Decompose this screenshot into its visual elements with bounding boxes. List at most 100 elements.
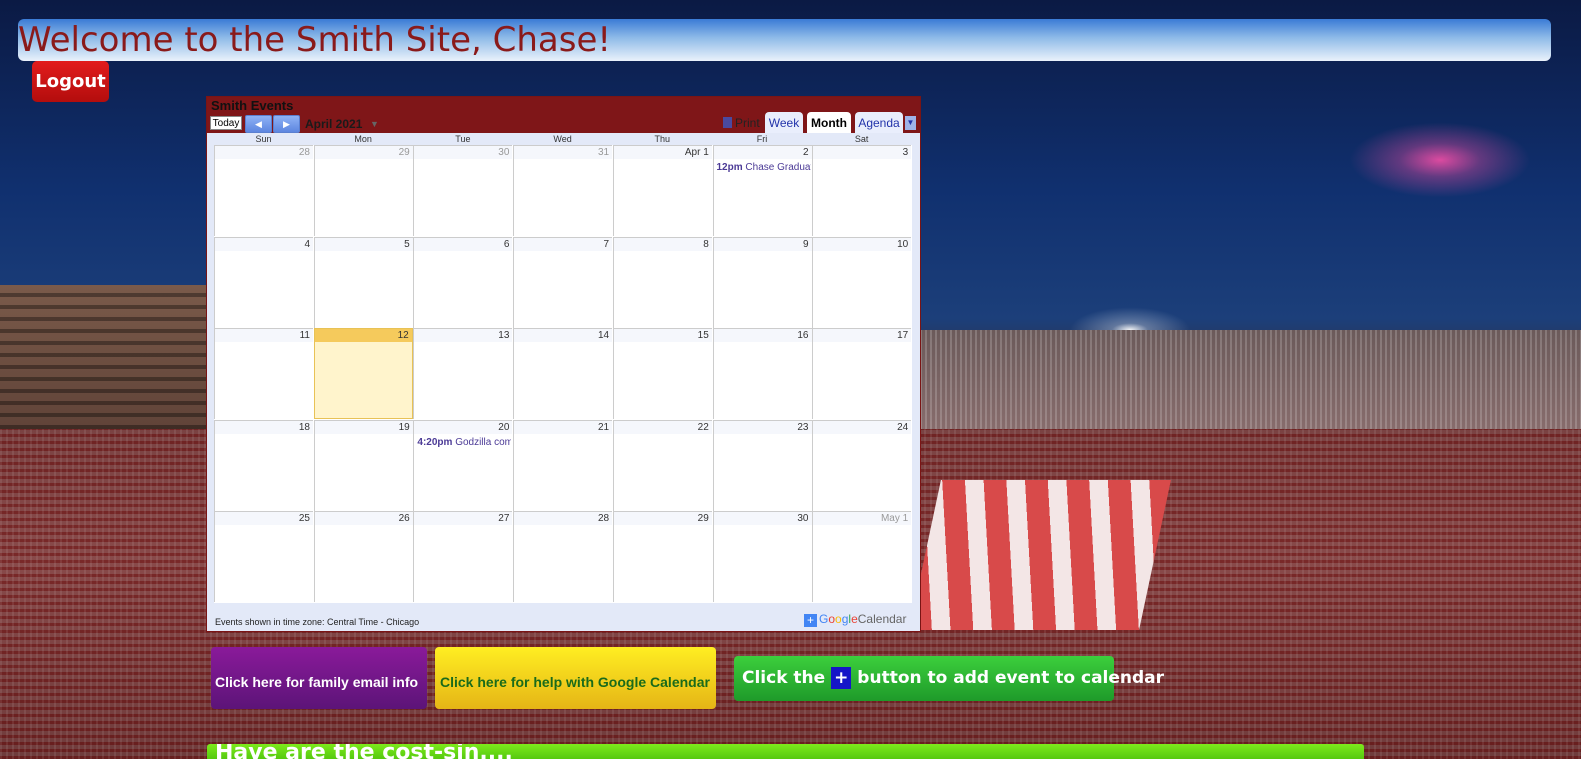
day-number[interactable]: Apr 1 [685,147,709,158]
day-number[interactable]: 13 [498,330,509,341]
day-cell[interactable]: 13 [413,328,513,420]
day-number[interactable]: May 1 [881,513,908,524]
today-button[interactable]: Today [210,116,242,130]
day-number[interactable]: 18 [299,422,310,433]
day-cell[interactable]: 30 [712,511,812,603]
print-link[interactable]: Print [723,116,760,130]
print-label: Print [735,116,760,130]
day-number[interactable]: 19 [399,422,410,433]
day-number[interactable]: 15 [698,330,709,341]
day-cell[interactable]: 10 [812,236,912,328]
day-cell[interactable]: 29 [612,511,712,603]
tab-week[interactable]: Week [765,112,803,133]
day-number[interactable]: 3 [903,147,909,158]
day-cell[interactable]: 21 [513,419,613,511]
day-cell[interactable]: 11 [214,328,313,420]
add-note-post: button to add event to calendar [857,668,1165,688]
day-cell[interactable]: 19 [313,419,413,511]
day-cell[interactable]: 25 [214,511,313,603]
day-cell[interactable]: 28 [214,145,313,236]
add-note-pre: Click the [742,668,826,688]
day-number[interactable]: 24 [897,422,908,433]
calendar-footer: Events shown in time zone: Central Time … [207,611,920,631]
day-cell[interactable]: 16 [712,328,812,420]
day-cell[interactable]: 15 [612,328,712,420]
day-number[interactable]: 22 [698,422,709,433]
chevron-down-icon[interactable]: ▼ [370,119,379,129]
day-cell[interactable]: 6 [413,236,513,328]
day-number[interactable]: 30 [797,513,808,524]
weekday-label: Tue [455,134,471,144]
tab-agenda[interactable]: Agenda [855,112,903,133]
day-number[interactable]: 7 [604,239,610,250]
day-number[interactable]: 25 [299,513,310,524]
chevron-left-icon[interactable]: ◀ [245,115,272,133]
day-cell[interactable]: 14 [513,328,613,420]
day-cell[interactable]: 4 [214,236,313,328]
day-cell[interactable]: 2 12pm Chase Graduat [712,145,812,236]
google-calendar-link[interactable]: + GoogleCalendar [804,612,906,627]
day-cell[interactable]: May 1 [812,511,912,603]
day-cell[interactable]: 5 [313,236,413,328]
calendar-help-button[interactable]: Click here for help with Google Calendar [435,647,716,709]
print-icon [723,117,732,128]
calendar-event[interactable]: 12pm Chase Graduat [717,162,811,173]
tab-month[interactable]: Month [807,112,851,133]
day-cell[interactable]: 31 [513,145,613,236]
day-number[interactable]: 31 [598,147,609,158]
family-email-button[interactable]: Click here for family email info [211,647,427,709]
day-number[interactable]: 8 [703,239,709,250]
weekday-label: Fri [756,134,768,144]
day-cell[interactable]: 23 [712,419,812,511]
day-number[interactable]: 6 [504,239,510,250]
day-number[interactable]: 16 [797,330,808,341]
day-header-bar [713,146,812,159]
day-number[interactable]: 27 [498,513,509,524]
event-title: Chase Graduat [745,162,811,173]
day-cell[interactable]: Apr 1 [612,145,712,236]
month-label: April 2021 [305,117,363,131]
day-number[interactable]: 12 [398,330,409,341]
day-cell[interactable]: 7 [513,236,613,328]
weekday-label: Sun [255,134,272,144]
plus-icon: + [804,614,817,627]
calendar-event[interactable]: 4:20pm Godzilla com [417,437,511,448]
day-cell[interactable]: 17 [812,328,912,420]
day-number[interactable]: 26 [399,513,410,524]
day-number[interactable]: 2 [803,147,809,158]
day-cell[interactable]: 18 [214,419,313,511]
day-cell[interactable]: 30 [413,145,513,236]
day-cell[interactable]: 29 [313,145,413,236]
day-number[interactable]: 14 [598,330,609,341]
day-cell[interactable]: 22 [612,419,712,511]
add-event-note: Click the + button to add event to calen… [734,656,1164,701]
day-cell[interactable]: 20 4:20pm Godzilla com [413,419,513,511]
day-cell[interactable]: 12 [313,328,413,420]
day-number[interactable]: 20 [498,422,509,433]
day-number[interactable]: 10 [897,239,908,250]
day-number[interactable]: 9 [803,239,809,250]
day-number[interactable]: 4 [304,239,310,250]
day-number[interactable]: 5 [404,239,410,250]
chevron-right-icon[interactable]: ▶ [273,115,300,133]
day-number[interactable]: 29 [698,513,709,524]
day-cell[interactable]: 24 [812,419,912,511]
day-number[interactable]: 29 [399,147,410,158]
day-cell[interactable]: 9 [712,236,812,328]
logout-button[interactable]: Logout [32,61,109,102]
event-title: Godzilla com [455,436,512,448]
day-number[interactable]: 30 [498,147,509,158]
day-number[interactable]: 11 [300,330,310,341]
day-cell[interactable]: 8 [612,236,712,328]
day-cell[interactable]: 28 [513,511,613,603]
day-number[interactable]: 28 [299,147,310,158]
day-cell[interactable]: 27 [413,511,513,603]
day-number[interactable]: 23 [797,422,808,433]
day-cell[interactable]: 3 [812,145,912,236]
chevron-down-icon[interactable]: ▼ [905,116,916,130]
bottom-banner-text: Have are the cost-sin.... [215,744,513,759]
day-number[interactable]: 17 [897,330,908,341]
day-cell[interactable]: 26 [313,511,413,603]
day-number[interactable]: 28 [598,513,609,524]
day-number[interactable]: 21 [598,422,609,433]
